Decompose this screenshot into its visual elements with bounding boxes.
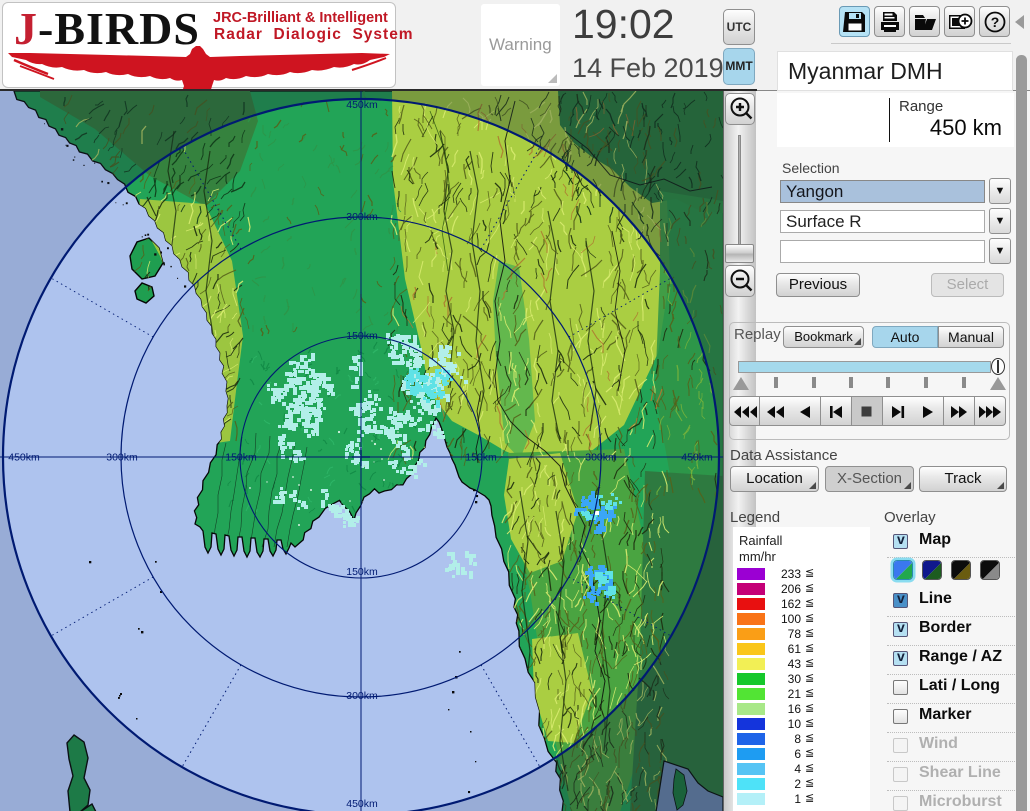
svg-text:300km: 300km [585, 452, 617, 464]
svg-text:450km: 450km [681, 452, 713, 464]
svg-text:150km: 150km [346, 330, 378, 342]
svg-text:150km: 150km [346, 566, 378, 578]
svg-text:450km: 450km [8, 452, 40, 464]
svg-text:?: ? [990, 14, 999, 30]
svg-text:450km: 450km [346, 798, 378, 810]
svg-text:150km: 150km [465, 452, 497, 464]
svg-text:300km: 300km [346, 690, 378, 702]
svg-text:300km: 300km [106, 452, 138, 464]
svg-text:450km: 450km [346, 99, 378, 111]
svg-text:300km: 300km [346, 211, 378, 223]
svg-text:150km: 150km [225, 452, 257, 464]
